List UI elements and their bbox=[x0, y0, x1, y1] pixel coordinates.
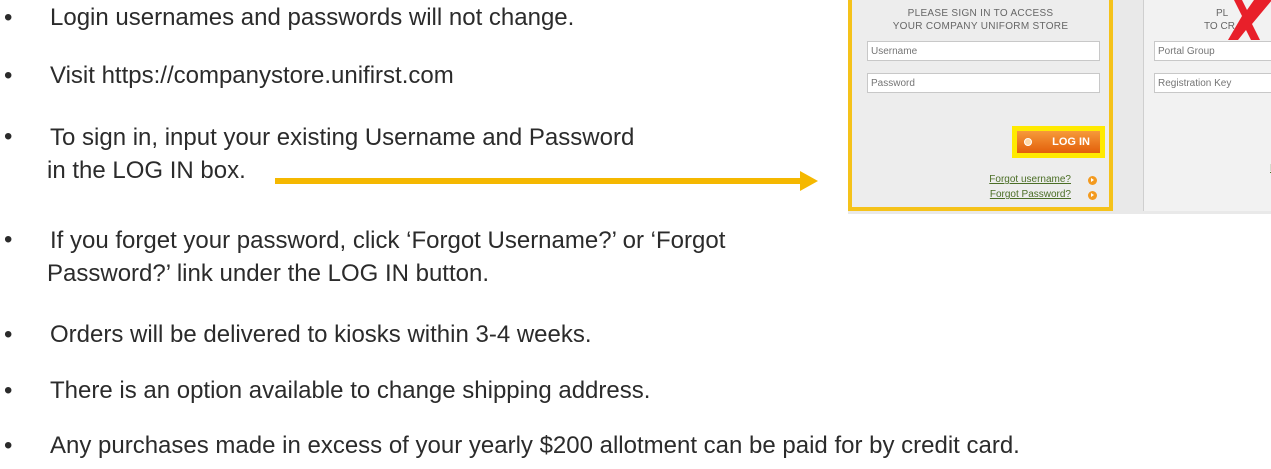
store-login-screenshot: PLEASE SIGN IN TO ACCESS YOUR COMPANY UN… bbox=[848, 0, 1271, 214]
bullet-dot: • bbox=[4, 321, 13, 348]
bullet-dot: • bbox=[4, 432, 13, 459]
bullet-text: Visit https://companystore.unifirst.com bbox=[50, 62, 454, 89]
red-x-mark-icon bbox=[1228, 0, 1271, 40]
bullet-text: Any purchases made in excess of your yea… bbox=[50, 432, 1020, 459]
bullet-dot: • bbox=[4, 377, 13, 404]
arrow-circle-icon bbox=[1088, 176, 1097, 185]
password-input[interactable] bbox=[867, 73, 1100, 93]
bullet-dot: • bbox=[4, 62, 13, 89]
bullet-text: If you forget your password, click ‘Forg… bbox=[47, 224, 726, 290]
bullet-text-line: To sign in, input your existing Username… bbox=[50, 124, 635, 151]
arrow-circle-icon bbox=[1088, 191, 1097, 200]
bullet-text-line: Password?’ link under the LOG IN button. bbox=[47, 260, 490, 287]
pointer-arrow-head-icon bbox=[800, 171, 818, 191]
portal-group-input[interactable] bbox=[1154, 41, 1271, 61]
arrow-circle-icon bbox=[1024, 138, 1032, 146]
bullet-text: There is an option available to change s… bbox=[50, 377, 651, 404]
forgot-password-link[interactable]: Forgot Password? bbox=[990, 189, 1071, 200]
registration-key-input[interactable] bbox=[1154, 73, 1271, 93]
login-heading: PLEASE SIGN IN TO ACCESS YOUR COMPANY UN… bbox=[852, 0, 1109, 33]
login-heading-line: PLEASE SIGN IN TO ACCESS bbox=[907, 8, 1054, 19]
login-box: PLEASE SIGN IN TO ACCESS YOUR COMPANY UN… bbox=[848, 0, 1113, 211]
bullet-dot: • bbox=[4, 226, 13, 253]
login-button-label: LOG IN bbox=[1052, 136, 1090, 148]
pointer-arrow-line bbox=[275, 178, 805, 184]
bullet-dot: • bbox=[4, 4, 13, 31]
bullet-text: Login usernames and passwords will not c… bbox=[50, 4, 575, 31]
username-input[interactable] bbox=[867, 41, 1100, 61]
login-heading-line: YOUR COMPANY UNIFORM STORE bbox=[892, 21, 1069, 32]
forgot-username-link[interactable]: Forgot username? bbox=[989, 174, 1071, 185]
bullet-dot: • bbox=[4, 123, 13, 150]
bullet-text-line: in the LOG IN box. bbox=[47, 157, 246, 184]
bullet-text-line: If you forget your password, click ‘Forg… bbox=[50, 227, 726, 254]
bullet-text: Orders will be delivered to kiosks withi… bbox=[50, 321, 592, 348]
login-button[interactable]: LOG IN bbox=[1017, 131, 1100, 153]
login-button-highlight: LOG IN bbox=[1012, 126, 1105, 158]
